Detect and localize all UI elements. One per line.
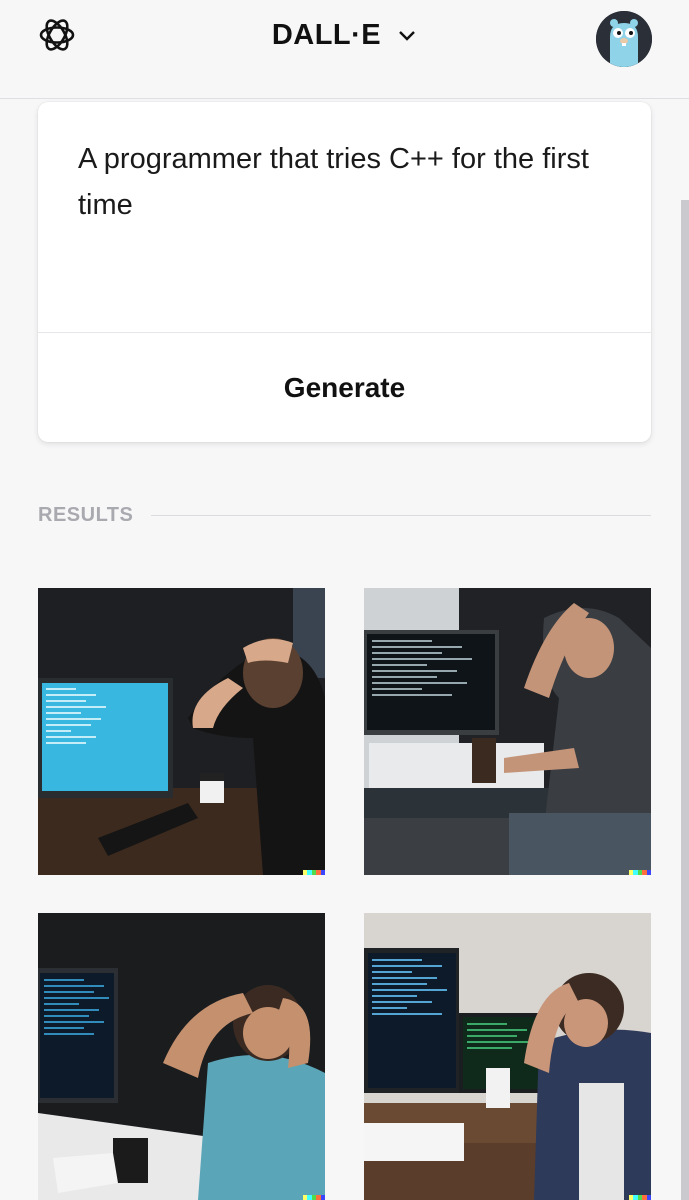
results-label: RESULTS bbox=[38, 503, 134, 526]
result-image-4[interactable] bbox=[364, 913, 651, 1200]
app-title: DALL·E bbox=[271, 18, 382, 51]
generated-image-3 bbox=[38, 913, 325, 1200]
generated-image-4 bbox=[364, 913, 651, 1200]
watermark bbox=[303, 870, 325, 875]
app-title-dropdown[interactable]: DALL·E bbox=[0, 0, 689, 70]
generate-button[interactable]: Generate bbox=[38, 333, 651, 442]
watermark bbox=[629, 870, 651, 875]
result-image-2[interactable] bbox=[364, 588, 651, 875]
prompt-input[interactable]: A programmer that tries C++ for the firs… bbox=[78, 136, 598, 228]
chevron-down-icon bbox=[399, 31, 416, 41]
watermark bbox=[629, 1195, 651, 1200]
user-avatar[interactable] bbox=[596, 11, 652, 67]
gopher-avatar-icon bbox=[596, 11, 652, 67]
result-image-1[interactable] bbox=[38, 588, 325, 875]
watermark bbox=[303, 1195, 325, 1200]
results-divider bbox=[151, 514, 651, 516]
generated-image-1 bbox=[38, 588, 325, 875]
top-bar: DALL·E bbox=[0, 0, 689, 99]
results-header: RESULTS bbox=[38, 500, 651, 530]
generated-image-2 bbox=[364, 588, 651, 875]
result-image-3[interactable] bbox=[38, 913, 325, 1200]
prompt-card: A programmer that tries C++ for the firs… bbox=[38, 102, 651, 442]
page-scrollbar[interactable] bbox=[681, 200, 689, 1200]
